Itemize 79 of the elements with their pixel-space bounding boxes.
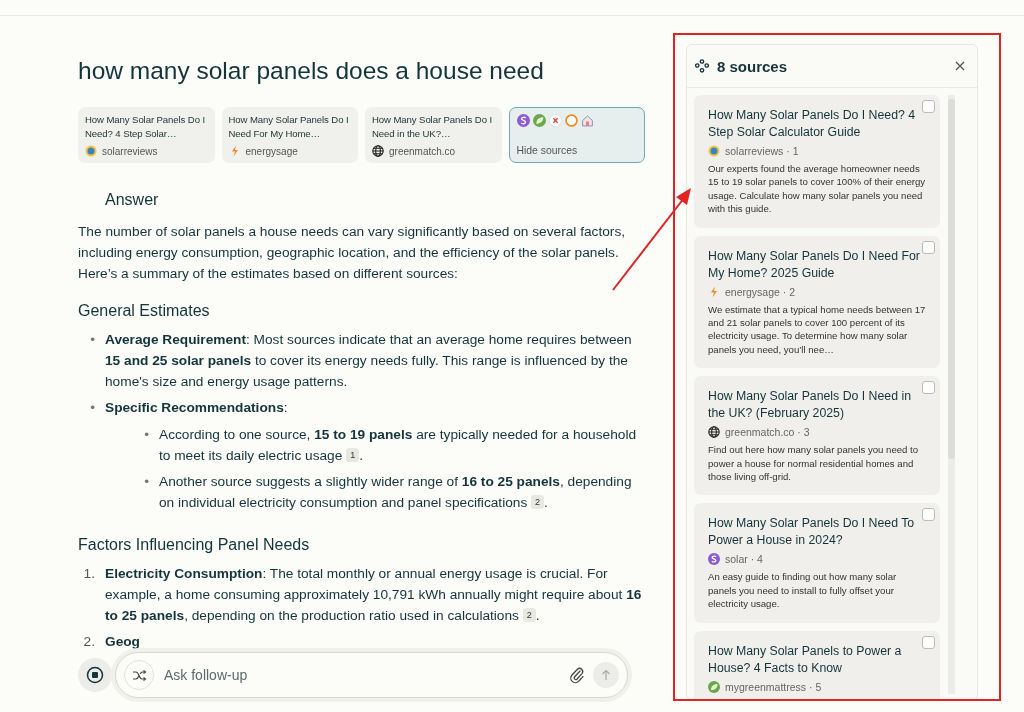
dots-cluster-icon <box>695 59 709 73</box>
source-title: How Many Solar Panels to Power a House? 4 Facts to Know <box>708 642 903 677</box>
list-item-text: Geog <box>105 633 141 651</box>
globe-icon <box>372 145 384 157</box>
citation-badge[interactable]: 2 <box>522 608 536 622</box>
source-site: greenmatch.co · 3 <box>725 426 810 439</box>
source-card[interactable] <box>694 95 940 228</box>
source-checkbox[interactable] <box>922 381 935 395</box>
source-chip[interactable]: How Many Solar Panels Do I Need For My Home… energysage <box>221 107 358 163</box>
source-description: We estimate that a typical home needs between 17 and 21 solar panels to cover 100 percent of its electricity usage. To determine how many solar panels you need, you’ll nee… <box>708 302 926 357</box>
source-chip-site: solarreviews <box>102 145 158 157</box>
sources-panel-title: 8 sources <box>717 57 789 75</box>
source-card[interactable]: How Many Solar Panels Do I Need To Power a House in 2024? solar · 4 An easy guide to finding out how many solar panels you need to install to fully offset your electricity usage. <box>694 503 940 623</box>
source-chip[interactable]: How Many Solar Panels Do I Need? 4 Step Solar… solarreviews <box>78 107 215 163</box>
source-description: Our experts found the average homeowner needs 15 to 19 solar panels to cover 100% of their energy usage. Calculate how many solar panels you need with this guide. <box>708 162 926 216</box>
source-chip-site: energysage <box>245 145 298 157</box>
source-checkbox[interactable] <box>922 508 935 522</box>
follow-up-field[interactable]: Ask follow-up <box>162 666 561 684</box>
sun-icon <box>708 145 720 157</box>
section-heading: General Estimates <box>78 301 211 321</box>
source-chip-site: greenmatch.co <box>389 145 456 157</box>
hide-sources-chip[interactable]: Hide sources <box>508 107 645 163</box>
source-checkbox[interactable] <box>922 635 935 649</box>
source-title: How Many Solar Panels Do I Need? 4 Step Solar Calculator Guide <box>708 107 917 141</box>
source-description: Find out here how many solar panels you need to power a house for normal residential homes and those living off-grid. <box>708 443 920 484</box>
paperclip-icon[interactable] <box>569 666 585 684</box>
list-marker: 1. <box>82 565 95 583</box>
source-checkbox[interactable] <box>922 100 935 113</box>
source-site: mygreenmattress · 5 <box>725 680 822 693</box>
source-title: How Many Solar Panels Do I Need To Power a House in 2024? <box>708 515 916 550</box>
shuffle-icon <box>131 668 147 682</box>
source-chip-title: How Many Solar Panels Do I Need For My Home… <box>228 113 350 141</box>
source-site: solar · 4 <box>725 553 763 566</box>
s-logo-icon <box>708 553 720 566</box>
ring-icon <box>564 114 578 127</box>
arrow-up-icon <box>601 669 611 681</box>
send-button[interactable] <box>593 662 619 688</box>
source-checkbox[interactable] <box>922 240 935 254</box>
list-marker: • <box>143 473 149 491</box>
citation-badge[interactable]: 2 <box>531 495 545 509</box>
source-card[interactable]: How Many Solar Panels Do I Need in the UK? (February 2025) greenmatch.co · 3 Find out here how many solar panels you need to power a house for normal residential homes and those living off-grid. <box>694 376 940 496</box>
source-chip-title: How Many Solar Panels Do I Need in the UK?… <box>372 113 494 141</box>
shuffle-button[interactable] <box>124 660 154 690</box>
s-logo-icon <box>516 114 530 127</box>
list-item-text: Electricity Consumption: The total monthly or annual energy usage is crucial. For example, a home consuming approximately 10,791 kWh annually might require about 16 to 25 panels, depending on the production ratio used in calculations 2 . <box>105 565 643 625</box>
leaf-icon <box>708 680 720 693</box>
list-item-text: According to one source, 15 to 19 panels are typically needed for a household to meet its daily electric usage 1 . <box>159 426 638 465</box>
close-icon[interactable] <box>955 61 965 71</box>
list-item-text: Specific Recommendations: <box>105 399 289 417</box>
answer-heading: Answer <box>105 190 160 210</box>
leaf-icon <box>532 114 546 127</box>
citation-badge[interactable]: 1 <box>346 448 360 462</box>
answer-paragraph: The number of solar panels a house needs can vary significantly based on several factors, including energy consumption, geographic location, and the efficiency of the solar panels. Here’s a summary of the estimates based on different sources: <box>78 223 627 283</box>
source-site: solarreviews · 1 <box>725 145 799 157</box>
source-site: energysage · 2 <box>725 285 796 298</box>
cross-logo-icon <box>548 114 562 127</box>
source-title: How Many Solar Panels Do I Need For My Home? 2025 Guide <box>708 247 920 282</box>
list-item-text: Average Requirement: Most sources indicate that an average home requires between 15 and 25 solar panels to cover its energy needs fully. This range is influenced by the home's size and energy usage patterns. <box>105 331 633 391</box>
stop-icon <box>86 666 104 684</box>
source-description: An easy guide to finding out how many solar panels you need to install to fully offset your electricity usage. <box>708 570 898 611</box>
source-card[interactable]: How Many Solar Panels to Power a House? 4 Facts to Know mygreenmattress · 5 <box>694 630 940 700</box>
query-title: how many solar panels does a house need <box>78 56 545 86</box>
section-heading: Factors Influencing Panel Needs <box>78 535 311 555</box>
hide-sources-label: Hide sources <box>516 145 579 156</box>
list-item-text: Another source suggests a slightly wider range of 16 to 25 panels, depending on individual electricity consumption and panel specifications 2 . <box>159 473 633 512</box>
bolt-icon <box>708 285 720 298</box>
list-marker: • <box>89 331 95 349</box>
source-card[interactable] <box>694 235 940 369</box>
source-chip-title: How Many Solar Panels Do I Need? 4 Step Solar… <box>85 113 207 141</box>
list-marker: • <box>143 426 149 444</box>
scrollbar[interactable] <box>948 95 955 694</box>
source-title: How Many Solar Panels Do I Need in the UK? (February 2025) <box>708 388 912 423</box>
sun-icon <box>85 145 97 157</box>
stop-button[interactable] <box>78 658 112 692</box>
house-icon <box>580 114 594 127</box>
list-marker: • <box>89 399 95 417</box>
source-chip[interactable]: How Many Solar Panels Do I Need in the UK?… greenmatch.co <box>365 107 502 163</box>
list-marker: 2. <box>82 633 95 651</box>
globe-icon <box>708 426 720 439</box>
